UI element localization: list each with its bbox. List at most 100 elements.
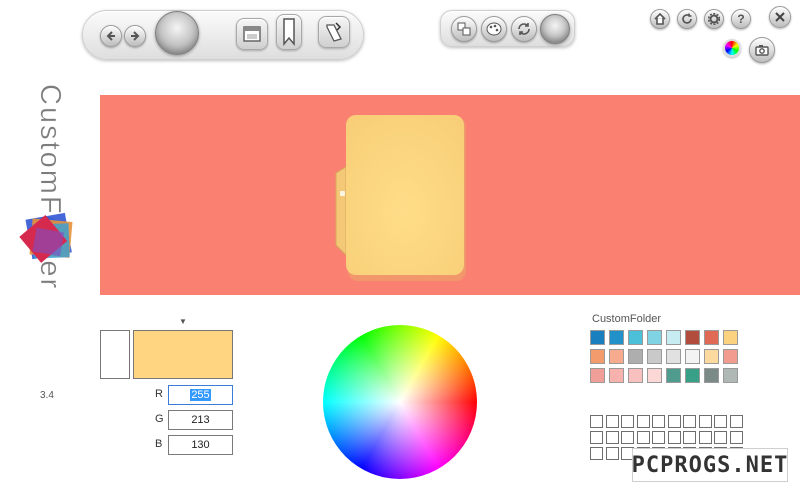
custom-color-row <box>590 415 750 428</box>
custom-color-slot[interactable] <box>667 431 681 444</box>
palette-title: CustomFolder <box>592 313 662 325</box>
custom-color-slot[interactable] <box>714 415 727 428</box>
palette-swatch[interactable] <box>685 368 700 383</box>
folder-paint-button[interactable] <box>318 16 350 48</box>
custom-color-slot[interactable] <box>605 447 619 460</box>
screenshot-icon <box>755 45 769 56</box>
palette-swatch[interactable] <box>723 368 738 383</box>
color-picker-icon[interactable] <box>723 39 741 57</box>
custom-color-slot[interactable] <box>590 431 603 444</box>
custom-color-slot[interactable] <box>683 415 696 428</box>
palette-swatch[interactable] <box>628 349 643 364</box>
color-palette <box>590 330 750 387</box>
palette-swatch[interactable] <box>704 330 719 345</box>
screenshot-button[interactable] <box>749 37 775 63</box>
folder-icon <box>335 115 466 281</box>
bookmark-button[interactable] <box>276 14 302 50</box>
folder-paint-icon <box>326 22 342 42</box>
palette-swatch[interactable] <box>647 330 662 345</box>
home-button[interactable] <box>650 9 670 29</box>
palette-swatch[interactable] <box>723 349 738 364</box>
folder-preview <box>100 95 800 295</box>
forward-button[interactable] <box>124 25 146 47</box>
palette-swatch[interactable] <box>647 349 662 364</box>
settings-icon <box>708 13 720 25</box>
customfolder-window: ? CustomFolder 3.4 ▼ R 255 G 213 B 130 C… <box>0 0 800 500</box>
custom-color-slot[interactable] <box>667 415 681 428</box>
palette-button[interactable] <box>481 16 507 42</box>
custom-color-slot[interactable] <box>729 415 743 428</box>
custom-color-slot[interactable] <box>605 415 619 428</box>
palette-swatch[interactable] <box>590 330 605 345</box>
home-icon <box>654 13 666 25</box>
red-label: R <box>155 388 163 400</box>
window-button[interactable] <box>236 18 268 50</box>
close-icon <box>775 12 785 22</box>
red-input[interactable]: 255 <box>168 385 233 405</box>
custom-color-slot[interactable] <box>605 431 619 444</box>
blue-input[interactable]: 130 <box>168 435 233 455</box>
back-icon <box>106 31 115 41</box>
apply-small-button[interactable] <box>540 14 570 44</box>
current-color-swatch[interactable] <box>133 330 233 379</box>
watermark: PCPROGS.NET <box>632 448 788 482</box>
palette-swatch[interactable] <box>685 330 700 345</box>
refresh-icon <box>682 13 692 24</box>
app-version: 3.4 <box>40 390 54 401</box>
palette-swatch[interactable] <box>609 368 624 383</box>
previous-color-swatch[interactable] <box>100 330 130 379</box>
green-label: G <box>155 413 164 425</box>
palette-icon <box>486 22 502 36</box>
custom-color-slot[interactable] <box>590 447 603 460</box>
palette-swatch[interactable] <box>666 330 681 345</box>
palette-swatch[interactable] <box>704 349 719 364</box>
close-button[interactable] <box>769 6 791 28</box>
bookmark-icon <box>283 18 295 46</box>
blue-label: B <box>155 438 163 450</box>
palette-swatch[interactable] <box>590 349 605 364</box>
palette-swatch[interactable] <box>723 330 738 345</box>
palette-swatch[interactable] <box>685 349 700 364</box>
palette-swatch[interactable] <box>666 349 681 364</box>
custom-color-slot[interactable] <box>698 415 712 428</box>
custom-color-slot[interactable] <box>729 431 743 444</box>
custom-color-slot[interactable] <box>590 415 603 428</box>
window-icon <box>243 26 261 42</box>
palette-swatch[interactable] <box>590 368 605 383</box>
custom-color-slot[interactable] <box>621 415 634 428</box>
palette-swatch[interactable] <box>704 368 719 383</box>
help-button[interactable]: ? <box>731 9 751 29</box>
refresh-button[interactable] <box>677 9 697 29</box>
palette-swatch[interactable] <box>609 349 624 364</box>
custom-color-row <box>590 431 750 444</box>
forward-icon <box>131 31 140 41</box>
apply-button[interactable] <box>155 11 199 55</box>
red-value: 255 <box>190 389 211 401</box>
palette-swatch[interactable] <box>628 368 643 383</box>
palette-swatch[interactable] <box>666 368 681 383</box>
custom-color-slot[interactable] <box>636 415 650 428</box>
custom-color-slot[interactable] <box>636 431 650 444</box>
color-wheel[interactable] <box>323 325 477 479</box>
custom-color-slot[interactable] <box>652 431 665 444</box>
palette-row <box>590 330 750 345</box>
palette-swatch[interactable] <box>609 330 624 345</box>
palette-row <box>590 349 750 364</box>
palette-swatch[interactable] <box>647 368 662 383</box>
custom-color-slot[interactable] <box>683 431 696 444</box>
custom-color-slot[interactable] <box>621 431 634 444</box>
palette-row <box>590 368 750 383</box>
custom-color-slot[interactable] <box>652 415 665 428</box>
settings-button[interactable] <box>704 9 724 29</box>
custom-color-slot[interactable] <box>714 431 727 444</box>
back-button[interactable] <box>100 25 122 47</box>
emblem-button[interactable] <box>451 16 477 42</box>
app-logo <box>19 212 73 263</box>
green-input[interactable]: 213 <box>168 410 233 430</box>
emblem-icon <box>457 22 471 36</box>
custom-color-slot[interactable] <box>698 431 712 444</box>
palette-swatch[interactable] <box>628 330 643 345</box>
refresh-arrows-icon <box>518 23 530 35</box>
sync-button[interactable] <box>511 16 537 42</box>
help-icon: ? <box>737 12 745 26</box>
